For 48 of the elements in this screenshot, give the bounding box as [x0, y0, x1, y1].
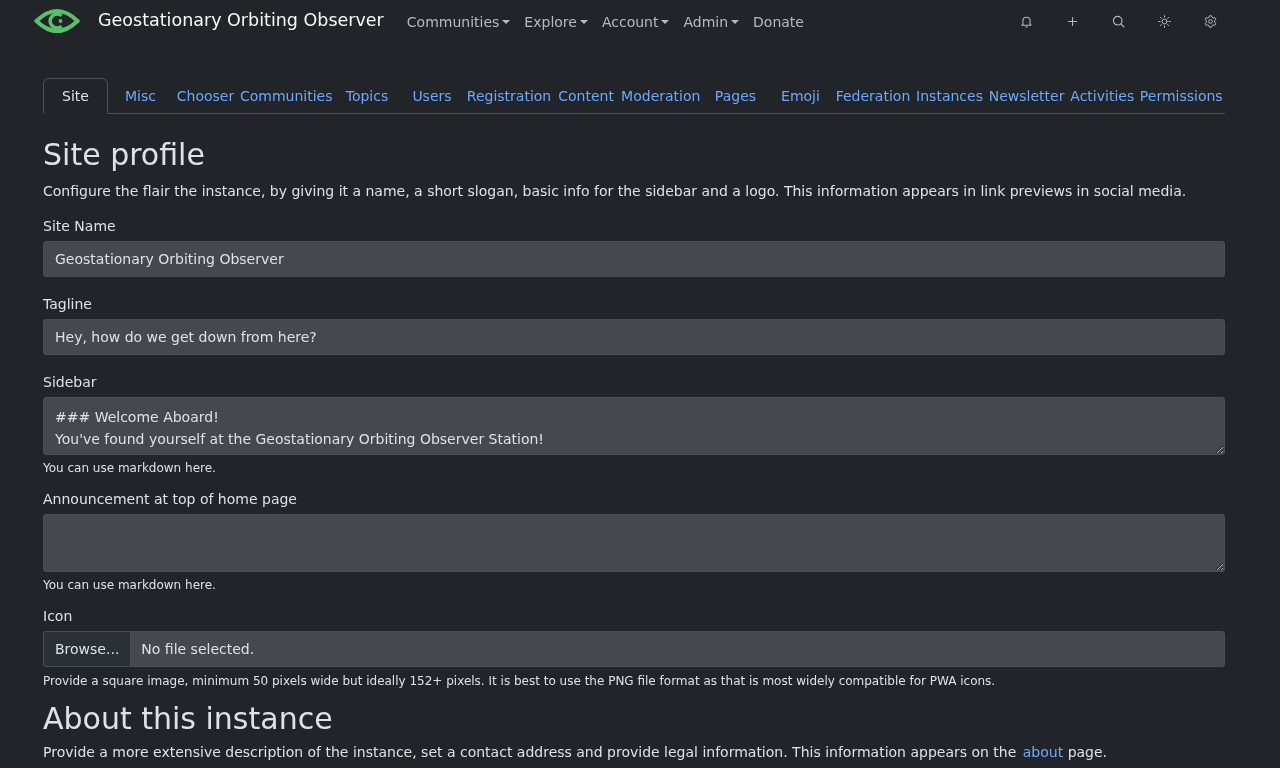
field-label: Announcement at top of home page	[43, 490, 298, 509]
text-input-field[interactable]: Hey, how do we get down from here?	[43, 319, 1225, 355]
nav-menu-link[interactable]: Admin	[676, 14, 747, 30]
settings-tab[interactable]: Emoji	[767, 78, 833, 114]
field-label: Tagline	[43, 295, 93, 314]
textarea-field[interactable]	[43, 514, 1225, 572]
settings-tab[interactable]: Users	[399, 78, 465, 114]
settings-tab[interactable]: Communities	[238, 78, 335, 114]
field-label: Sidebar	[43, 373, 98, 392]
nav-menu-link[interactable]: Explore	[517, 14, 595, 30]
settings-tab[interactable]: Newsletter	[986, 78, 1068, 114]
settings-tab[interactable]: Federation	[832, 78, 913, 114]
textarea-field[interactable]: ### Welcome Aboard! You've found yourself at the Geostationary Orbiting Observer Station!	[43, 397, 1225, 455]
file-input-field[interactable]: Browse... No file selected.	[43, 631, 1225, 667]
section-description: Configure the flair the instance, by giving it a name, a short slogan, basic info for the sidebar and a logo. This information appears in link previews in social media.	[43, 182, 1188, 201]
site-brand-link[interactable]: Geostationary Orbiting Observer	[98, 10, 384, 30]
section-heading: Site profile	[43, 137, 206, 173]
add-icon[interactable]	[1066, 14, 1079, 28]
nav-menu-link[interactable]: Communities	[399, 14, 518, 30]
settings-tab[interactable]: Topics	[334, 78, 400, 114]
nav-menu-link[interactable]: Donate	[746, 14, 811, 30]
field-label: Site Name	[43, 217, 117, 236]
help-text: You can use markdown here.	[43, 577, 217, 593]
file-status-text: No file selected.	[140, 640, 255, 659]
settings-tab[interactable]: Pages	[702, 78, 768, 114]
settings-tab[interactable]: Chooser	[173, 78, 238, 114]
settings-icon[interactable]	[1204, 14, 1217, 28]
settings-tab[interactable]: Moderation	[618, 78, 703, 114]
help-text: Provide a square image, minimum 50 pixels wide but ideally 152+ pixels. It is best to use the PNG file format as that is most widely compatible for PWA icons.	[43, 673, 997, 689]
sun-icon[interactable]	[1158, 14, 1171, 28]
settings-tab[interactable]: Content	[553, 78, 619, 114]
settings-tab[interactable]: Misc	[108, 78, 173, 114]
settings-tab[interactable]: Registration	[464, 78, 554, 114]
text-input-field[interactable]: Geostationary Orbiting Observer	[43, 241, 1225, 277]
about-link[interactable]: about	[1022, 744, 1064, 760]
section-heading: About this instance	[43, 701, 334, 737]
section-description: Provide a more extensive description of the instance, set a contact address and provide legal information. This information appears on the about page.	[43, 743, 1109, 762]
settings-tab[interactable]: Activities	[1067, 78, 1138, 114]
settings-tab[interactable]: Permissions	[1137, 78, 1226, 114]
browse-button[interactable]: Browse...	[44, 632, 132, 666]
bell-icon[interactable]	[1020, 14, 1033, 28]
settings-tab[interactable]: Site	[43, 78, 108, 114]
nav-menu-link[interactable]: Account	[594, 14, 677, 30]
eye-logo-icon[interactable]	[34, 7, 80, 35]
settings-tab[interactable]: Instances	[913, 78, 987, 114]
field-label: Icon	[43, 607, 74, 626]
search-icon[interactable]	[1112, 14, 1125, 28]
help-text: You can use markdown here.	[43, 460, 217, 476]
